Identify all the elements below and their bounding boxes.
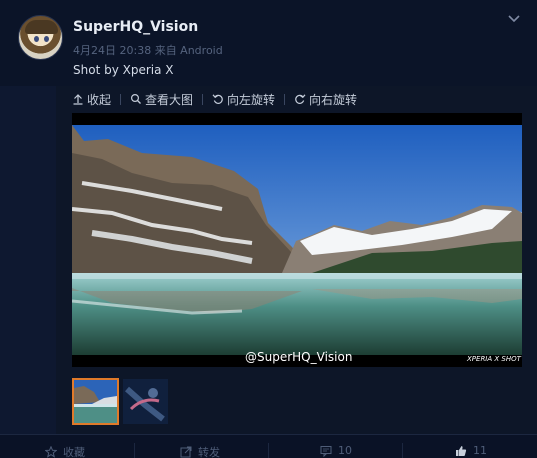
image-toolbar: 收起 查看大图 向左旋转 向右旋转	[72, 91, 366, 107]
thumbnail-1[interactable]	[72, 378, 119, 425]
post-header: SuperHQ_Vision 4月24日 20:38 来自 Android Sh…	[0, 0, 537, 86]
comment-button[interactable]: 10	[320, 444, 352, 457]
rotate-right-icon	[295, 94, 306, 104]
like-count: 11	[473, 444, 487, 457]
photo-watermark: @SuperHQ_Vision	[245, 350, 353, 364]
search-icon	[131, 93, 141, 104]
favorite-button[interactable]: 收藏	[45, 444, 85, 458]
rotate-left-button[interactable]: 向左旋转	[212, 91, 275, 108]
chevron-down-icon[interactable]	[507, 12, 521, 26]
thumbnail-2[interactable]	[123, 379, 168, 424]
comment-count: 10	[338, 444, 352, 457]
weibo-post-card: SuperHQ_Vision 4月24日 20:38 来自 Android Sh…	[0, 0, 537, 458]
post-text: Shot by Xperia X	[73, 63, 174, 77]
post-meta: 4月24日 20:38 来自 Android	[73, 44, 223, 57]
collapse-button[interactable]: 收起	[72, 91, 111, 108]
rotate-left-label: 向左旋转	[227, 92, 276, 107]
repost-label: 转发	[198, 446, 220, 458]
username-link[interactable]: SuperHQ_Vision	[73, 19, 198, 35]
camera-tag: XPERIA X SHOT	[467, 355, 521, 363]
collapse-label: 收起	[87, 92, 112, 107]
comment-icon	[320, 445, 332, 457]
star-icon	[45, 446, 57, 458]
view-large-label: 查看大图	[145, 92, 194, 107]
like-button[interactable]: 11	[455, 444, 487, 457]
rotate-right-button[interactable]: 向右旋转	[294, 91, 357, 108]
rotate-right-label: 向右旋转	[309, 92, 358, 107]
rotate-left-icon	[212, 94, 223, 104]
post-actions-bar: 收藏 转发 10 11	[0, 434, 537, 458]
view-large-button[interactable]: 查看大图	[130, 91, 193, 108]
favorite-label: 收藏	[63, 446, 85, 458]
repost-button[interactable]: 转发	[180, 444, 220, 458]
repost-icon	[180, 446, 192, 458]
main-photo[interactable]	[72, 113, 522, 367]
avatar[interactable]	[18, 15, 63, 60]
thumbs-up-icon	[456, 445, 467, 456]
arrow-up-icon	[73, 94, 83, 105]
